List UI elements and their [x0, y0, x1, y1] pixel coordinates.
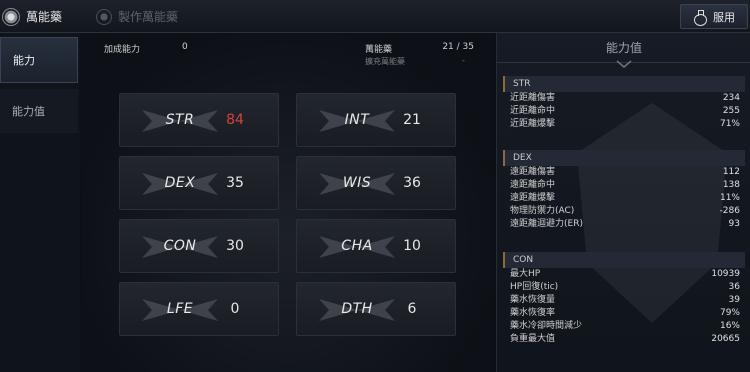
- stat-row-value: 93: [728, 219, 740, 229]
- stat-value: 84: [226, 112, 244, 128]
- stat-row: 近距離爆擊 71%: [503, 118, 745, 131]
- stat-row-label: 藥水恢復量: [510, 295, 556, 305]
- section-header: CON: [503, 252, 745, 268]
- stat-row-value: 11%: [719, 193, 740, 203]
- section-header: STR: [503, 76, 745, 92]
- sidebar-item-label: 能力值: [12, 105, 45, 118]
- stat-row-value: 79%: [719, 308, 740, 318]
- stat-row-label: 負重最大值: [510, 334, 556, 344]
- stat-name: CHA: [341, 238, 373, 254]
- stat-row-label: 近距離傷害: [510, 93, 556, 103]
- stat-row-value: 138: [722, 180, 740, 190]
- stat-row-value: 71%: [719, 119, 740, 129]
- stat-row: 藥水恢復量 39: [503, 294, 745, 307]
- use-button-label: 服用: [713, 10, 735, 24]
- use-button[interactable]: 服用: [680, 4, 748, 29]
- bonus-label: 加成能力: [104, 45, 141, 55]
- top-bar: 萬能藥 製作萬能藥 服用: [0, 0, 750, 33]
- stat-name: CON: [163, 238, 197, 254]
- stat-name: WIS: [342, 175, 372, 191]
- stat-value: 6: [407, 301, 417, 317]
- stat-name: LFE: [166, 301, 194, 317]
- sidebar-item-label: 能力: [13, 54, 35, 67]
- crest-icon: [96, 8, 112, 25]
- stat-name: DEX: [164, 175, 196, 191]
- sidebar: 能力 能力值: [0, 33, 80, 372]
- stat-card-str: STR 84: [119, 93, 279, 147]
- tab-panacea-label: 萬能藥: [26, 10, 63, 24]
- stat-row-label: 遠距離傷害: [510, 167, 556, 177]
- stat-row-value: -286: [719, 206, 740, 216]
- stat-card-con: CON 30: [119, 219, 279, 273]
- stat-row-label: 最大HP: [510, 269, 541, 279]
- stat-row-value: 112: [722, 167, 740, 177]
- stat-card-wis: WIS 36: [296, 156, 456, 210]
- stat-row: 物理防禦力(AC) -286: [503, 205, 745, 218]
- stat-name: STR: [165, 112, 195, 128]
- potion-icon: [693, 9, 707, 26]
- stat-row-label: 藥水冷卻時間減少: [510, 321, 583, 331]
- ornament-icon: [616, 60, 632, 68]
- sidebar-item-ability-value[interactable]: 能力值: [0, 89, 78, 133]
- stat-value: 36: [403, 175, 421, 191]
- stat-row: 藥水恢復率 79%: [503, 307, 745, 320]
- stat-row-label: 近距離命中: [510, 106, 556, 116]
- stat-value: 10: [403, 238, 421, 254]
- tab-craft-panacea-label: 製作萬能藥: [118, 10, 179, 24]
- stat-name: DTH: [341, 301, 373, 317]
- stat-area: 加成能力 0 萬能藥 21 / 35 擴充萬能藥 - STR 84 INT 21 DEX…: [82, 33, 492, 372]
- tab-panacea[interactable]: 萬能藥: [0, 0, 62, 33]
- stat-card-dth: DTH 6: [296, 282, 456, 336]
- stat-row: 近距離命中 255: [503, 105, 745, 118]
- stat-row: 遠距離傷害 112: [503, 166, 745, 179]
- stat-row-value: 36: [728, 282, 740, 292]
- potion-count-value: 21 / 35: [442, 42, 474, 52]
- potion-count-label: 萬能藥: [365, 45, 393, 55]
- expand-potion-value: -: [462, 56, 465, 65]
- stat-row: 遠距離命中 138: [503, 179, 745, 192]
- stat-section-dex: DEX 遠距離傷害 112 遠距離命中 138 遠距離爆擊 11% 物理防禦力(AC) -286…: [503, 150, 745, 231]
- stat-row: 遠距離迴避力(ER) 93: [503, 218, 745, 231]
- stat-row-value: 10939: [711, 269, 740, 279]
- stat-section-str: STR 近距離傷害 234 近距離命中 255 近距離爆擊 71%: [503, 76, 745, 131]
- stat-row-value: 255: [722, 106, 740, 116]
- stat-row-label: 物理防禦力(AC): [510, 206, 575, 216]
- stat-row-label: 遠距離命中: [510, 180, 556, 190]
- stat-section-con: CON 最大HP 10939 HP回復(tic) 36 藥水恢復量 39 藥水恢復率 79% 藥水…: [503, 252, 745, 346]
- section-header: DEX: [503, 150, 745, 166]
- bonus-value: 0: [182, 42, 188, 52]
- stat-name: INT: [344, 112, 370, 128]
- stat-value: 35: [226, 175, 244, 191]
- sidebar-item-ability[interactable]: 能力: [0, 37, 78, 83]
- stat-row: HP回復(tic) 36: [503, 281, 745, 294]
- stat-card-cha: CHA 10: [296, 219, 456, 273]
- expand-potion-label: 擴充萬能藥: [365, 57, 405, 66]
- stat-row: 最大HP 10939: [503, 268, 745, 281]
- stat-row-value: 16%: [719, 321, 740, 331]
- stat-row-label: 遠距離迴避力(ER): [510, 219, 583, 229]
- stat-row-label: 近距離爆擊: [510, 119, 556, 129]
- stat-value: 21: [403, 112, 421, 128]
- stat-card-int: INT 21: [296, 93, 456, 147]
- stat-row-label: HP回復(tic): [510, 282, 559, 292]
- stat-row-label: 遠距離爆擊: [510, 193, 556, 203]
- stat-row: 藥水冷卻時間減少 16%: [503, 320, 745, 333]
- stat-row: 負重最大值 20665: [503, 333, 745, 346]
- stat-row-value: 39: [728, 295, 740, 305]
- stat-card-lfe: LFE 0: [119, 282, 279, 336]
- stat-card-dex: DEX 35: [119, 156, 279, 210]
- ability-value-panel: 能力值 STR 近距離傷害 234 近距離命中 255 近距離爆擊 71% DEX 遠距離傷害 1…: [496, 33, 750, 372]
- stat-value: 30: [226, 238, 244, 254]
- stat-value: 0: [230, 301, 240, 317]
- stat-row-value: 20665: [711, 334, 740, 344]
- stat-row-value: 234: [722, 93, 740, 103]
- tab-craft-panacea[interactable]: 製作萬能藥: [96, 0, 178, 33]
- stat-row: 遠距離爆擊 11%: [503, 192, 745, 205]
- stat-row: 近距離傷害 234: [503, 92, 745, 105]
- stat-row-label: 藥水恢復率: [510, 308, 556, 318]
- crest-icon: [2, 7, 20, 26]
